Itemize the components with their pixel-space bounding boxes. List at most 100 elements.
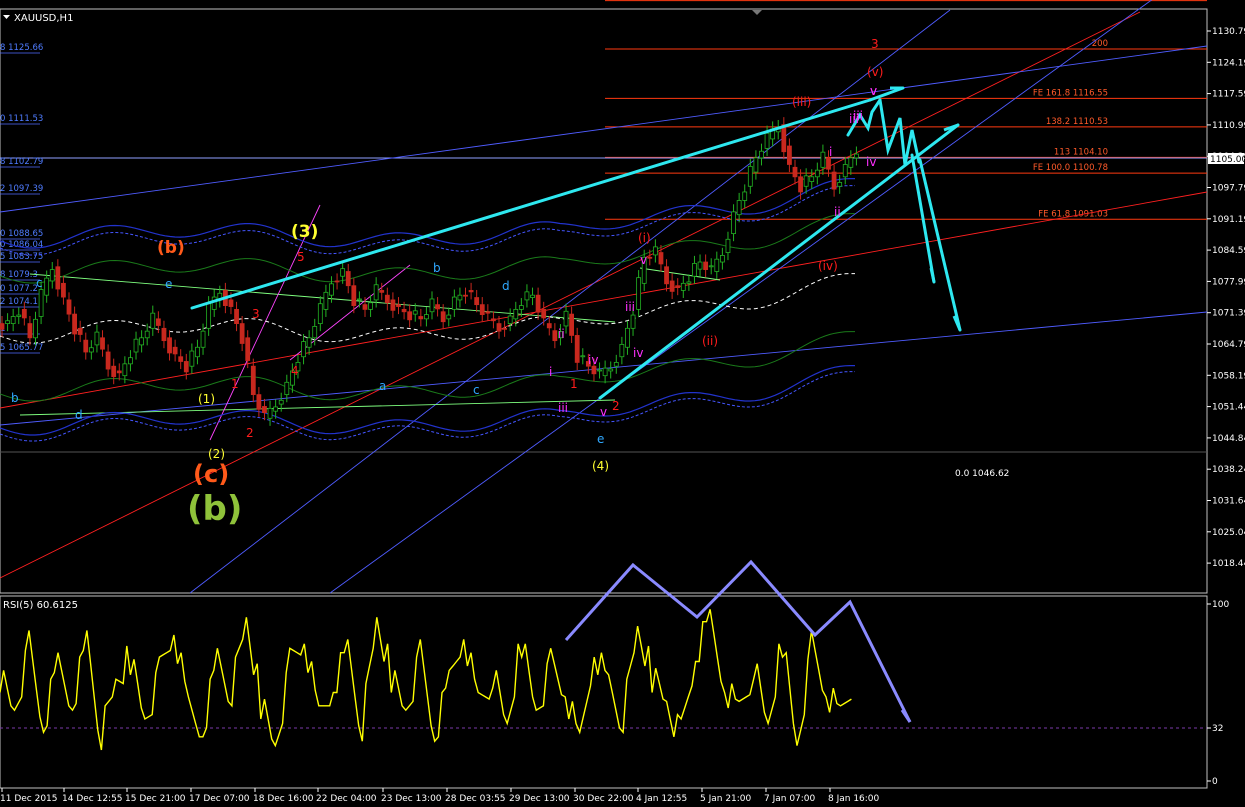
candle-body (66, 299, 72, 315)
wave-label: c (36, 276, 43, 290)
candle-body (116, 370, 122, 374)
candle-body (686, 281, 692, 284)
candle-body (418, 316, 424, 320)
candle-body (664, 266, 669, 285)
candle-body (262, 406, 267, 414)
price-axis: 1130.791124.191117.591110.991104.391097.… (1207, 27, 1245, 787)
fib-left-label: 8 1125.66 (0, 43, 43, 53)
candle-body (368, 302, 373, 310)
candle-body (10, 316, 16, 324)
candle-body (234, 308, 239, 324)
candle-body (535, 294, 541, 313)
candle-body (21, 308, 27, 319)
fib-level-label: FE 100.0 1100.78 (1033, 163, 1108, 173)
candle-body (435, 304, 440, 310)
candle-body (94, 331, 100, 346)
candle-body (574, 335, 580, 363)
candle-body (842, 164, 848, 178)
candle-body (351, 285, 357, 306)
candle-body (630, 314, 636, 329)
candle-body (479, 304, 485, 315)
candle-body (228, 299, 234, 307)
wave-label: a (379, 379, 386, 393)
wave-label: iii (558, 401, 568, 415)
candle-body (128, 357, 133, 365)
price-tick-label: 1117.59 (1212, 90, 1245, 100)
time-tick-label: 30 Dec 22:00 (573, 794, 634, 804)
fib-left-label: 2 1074.1 (0, 297, 38, 307)
candle-body (787, 145, 792, 165)
time-tick-label: 28 Dec 03:55 (445, 794, 506, 804)
candle-body (457, 294, 463, 301)
candle-body (854, 153, 859, 159)
price-tick-label: 1091.19 (1212, 215, 1245, 225)
candle-body (412, 310, 418, 315)
time-tick-label: 23 Dec 13:00 (381, 794, 442, 804)
symbol-label: XAUUSD,H1 (14, 13, 73, 24)
candle-body (837, 182, 843, 187)
wave-label: (ii) (702, 334, 718, 348)
fib-level-label: 200 (1092, 39, 1108, 49)
candle-body (301, 341, 306, 358)
candle-body (831, 171, 837, 190)
wave-label: 3 (252, 307, 260, 321)
fib-level-label: FE 61.8 1091.03 (1038, 209, 1108, 219)
candle-body (206, 303, 212, 329)
rsi-label: RSI(5) 60.6125 (3, 600, 78, 611)
candle-body (451, 296, 457, 310)
fib-left-label: 0 1111.53 (0, 114, 43, 124)
candle-body (742, 191, 748, 201)
wave-label: (i) (638, 231, 651, 245)
wave-label: (3) (291, 222, 318, 242)
candle-body (61, 282, 66, 298)
candle-body (530, 294, 535, 298)
candle-body (122, 363, 128, 377)
candle-body (792, 166, 798, 178)
wave-label: ii (558, 327, 565, 341)
wave-label: iv (866, 155, 876, 169)
candle-body (245, 337, 251, 361)
candle-body (725, 238, 731, 253)
candle-body (513, 308, 519, 320)
candle-body (345, 271, 351, 287)
candle-body (597, 369, 602, 372)
candle-body (38, 289, 44, 317)
candle-body (669, 280, 675, 292)
fib-left-label: 0 1088.65 (0, 229, 43, 239)
wave-label: 2 (246, 426, 254, 440)
candle-body (747, 165, 753, 187)
candle-body (440, 311, 446, 323)
wave-label: v (870, 84, 877, 98)
candle-body (703, 261, 709, 271)
candle-body (491, 318, 496, 322)
candle-body (613, 362, 619, 367)
candle-body (83, 339, 89, 353)
candle-body (826, 157, 831, 170)
candle-body (384, 294, 390, 304)
candle-body (312, 326, 318, 339)
candle-body (496, 323, 502, 332)
candle-body (167, 337, 172, 354)
fib-left-label: 8 1102.79 (0, 157, 43, 167)
price-tick-label: 1110.99 (1212, 121, 1245, 131)
wave-label: b (433, 261, 441, 275)
wave-label: 4 (291, 364, 299, 378)
candle-body (183, 361, 189, 373)
candle-body (619, 344, 625, 358)
candle-body (161, 327, 167, 342)
candle-body (552, 330, 558, 342)
wave-label: iv (588, 353, 598, 367)
wave-label: 3 (871, 37, 879, 51)
candle-body (731, 211, 736, 235)
wave-label: (c) (193, 460, 229, 488)
candle-body (474, 297, 480, 306)
fib-left-label: 0 1077.2 (0, 284, 38, 294)
wave-label: d (75, 408, 83, 422)
fib-level-label: FE 161.8 1116.55 (1033, 88, 1108, 98)
candle-body (736, 200, 742, 216)
price-tick-label: 1051.44 (1212, 403, 1245, 413)
candle-body (803, 175, 809, 187)
main-chart-panel[interactable]: XAUUSD,H1 RSI(5) 60.6125 227.2 200 FE 161.… (0, 0, 1245, 807)
candle-body (172, 346, 178, 355)
wave-label: (b) (157, 238, 185, 258)
